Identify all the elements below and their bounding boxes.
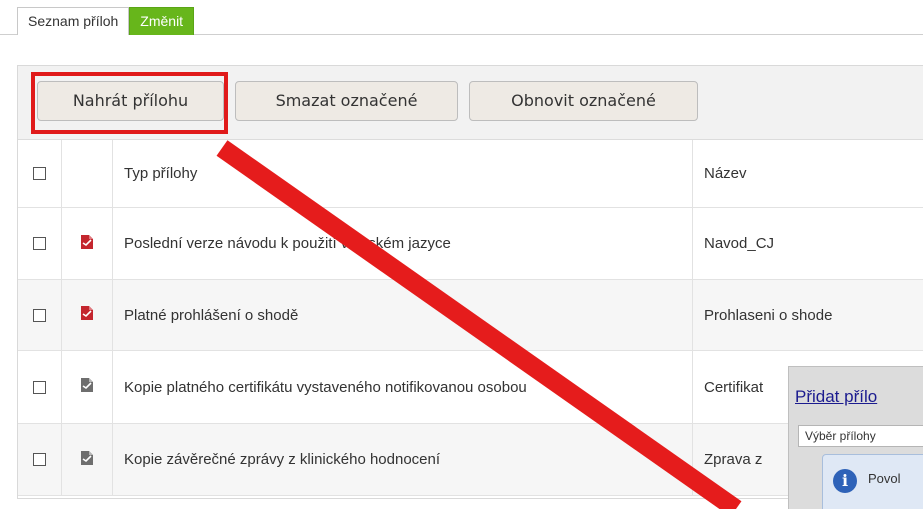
document-gray-icon	[79, 377, 95, 397]
highlight-box	[31, 72, 228, 134]
table-header: Typ přílohy Název	[18, 140, 923, 208]
document-gray-icon	[79, 450, 95, 470]
attachment-type: Kopie závěrečné zprávy z klinického hodn…	[113, 424, 693, 495]
table-row[interactable]: Platné prohlášení o shodě Prohlaseni o s…	[18, 280, 923, 351]
column-header-name[interactable]: Název	[693, 140, 923, 207]
attachment-type: Poslední verze návodu k použití v českém…	[113, 208, 693, 279]
attachment-name[interactable]: Navod_CJ	[693, 208, 923, 279]
add-attachment-dialog: Přidat přílo Výběr přílohy i Povol	[788, 366, 923, 509]
dialog-title: Přidat přílo	[795, 387, 878, 406]
info-icon: i	[833, 469, 857, 493]
attachment-type: Kopie platného certifikátu vystaveného n…	[113, 351, 693, 423]
info-message-text: Povol	[868, 471, 901, 486]
info-message: i Povol	[822, 454, 923, 509]
restore-selected-button[interactable]: Obnovit označené	[469, 81, 698, 121]
pdf-red-icon[interactable]	[79, 305, 95, 325]
toolbar: Nahrát přílohu Smazat označené Obnovit o…	[18, 66, 923, 140]
row-checkbox[interactable]	[33, 380, 46, 394]
tab-strip: Seznam příloh Změnit	[17, 7, 195, 35]
pdf-red-icon[interactable]	[79, 234, 95, 254]
row-checkbox[interactable]	[33, 237, 46, 250]
attachment-name[interactable]: Prohlaseni o shode	[693, 280, 923, 350]
tab-edit[interactable]: Změnit	[129, 7, 195, 35]
icon-column-header	[62, 140, 113, 207]
tab-attachment-list[interactable]: Seznam příloh	[17, 7, 130, 35]
table-row[interactable]: Poslední verze návodu k použití v českém…	[18, 208, 923, 280]
row-checkbox[interactable]	[33, 453, 46, 466]
row-checkbox[interactable]	[33, 308, 46, 322]
attachment-select-field[interactable]: Výběr přílohy	[798, 425, 923, 447]
select-all-checkbox[interactable]	[33, 167, 46, 180]
attachment-type: Platné prohlášení o shodě	[113, 280, 693, 350]
delete-selected-button[interactable]: Smazat označené	[235, 81, 458, 121]
column-header-type[interactable]: Typ přílohy	[113, 140, 693, 207]
